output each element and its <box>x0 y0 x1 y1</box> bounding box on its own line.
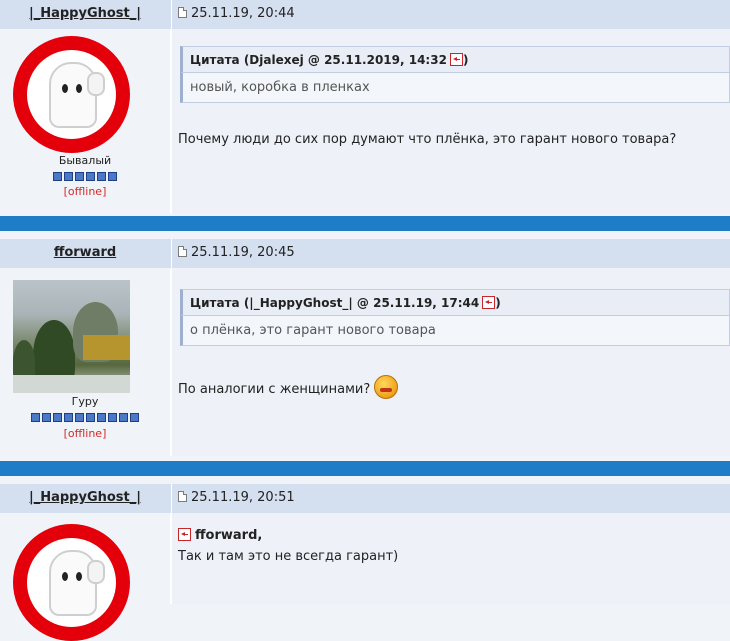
post-link-icon[interactable] <box>178 7 187 18</box>
user-panel <box>0 513 170 641</box>
post-header: fforward 25.11.19, 20:45 <box>0 239 730 268</box>
rank-pips <box>0 413 170 422</box>
post-content: fforward, Так и там это не всегда гарант… <box>172 513 730 604</box>
quote-text: о плёнка, это гарант нового товара <box>180 316 730 346</box>
post-content: Цитата (Djalexej @ 25.11.2019, 14:32) но… <box>172 29 730 214</box>
avatar <box>13 280 130 393</box>
post-separator <box>0 216 730 231</box>
user-panel: Бывалый [offline] <box>0 29 170 214</box>
author-link[interactable]: |_HappyGhost_| <box>29 490 141 505</box>
post-message: Так и там это не всегда гарант) <box>178 549 399 564</box>
post-header: |_HappyGhost_| 25.11.19, 20:44 <box>0 0 730 29</box>
quote-source-icon[interactable] <box>449 53 463 66</box>
user-rank: Гуру <box>71 395 99 408</box>
post-message: По аналогии с женщинами? <box>178 375 399 399</box>
post-body: Бывалый [offline] Цитата (Djalexej @ 25.… <box>0 29 730 214</box>
user-status: [offline] <box>63 185 107 198</box>
author-link[interactable]: fforward <box>54 245 116 260</box>
reply-link-icon[interactable] <box>178 528 191 541</box>
post-date: 25.11.19, 20:51 <box>178 490 295 505</box>
post-date: 25.11.19, 20:44 <box>178 6 295 21</box>
post-link-icon[interactable] <box>178 246 187 257</box>
post-header: |_HappyGhost_| 25.11.19, 20:51 <box>0 484 730 513</box>
smiley-icon <box>374 375 399 399</box>
reply-line: fforward, <box>178 528 262 543</box>
reply-to-user[interactable]: fforward, <box>195 528 262 543</box>
post-separator <box>0 461 730 476</box>
author-link[interactable]: |_HappyGhost_| <box>29 6 141 21</box>
quote-header: Цитата (|_HappyGhost_| @ 25.11.19, 17:44… <box>180 289 730 316</box>
user-rank: Бывалый <box>58 154 112 167</box>
post-message: Почему люди до сих пор думают что плёнка… <box>178 132 677 147</box>
post-body: fforward, Так и там это не всегда гарант… <box>0 513 730 641</box>
quote-header: Цитата (Djalexej @ 25.11.2019, 14:32) <box>180 46 730 73</box>
post-body: Гуру [offline] Цитата (|_HappyGhost_| @ … <box>0 269 730 456</box>
post-content: Цитата (|_HappyGhost_| @ 25.11.19, 17:44… <box>172 269 730 456</box>
post-link-icon[interactable] <box>178 491 187 502</box>
post-date: 25.11.19, 20:45 <box>178 245 295 260</box>
quote-text: новый, коробка в пленках <box>180 73 730 103</box>
avatar <box>13 36 130 153</box>
quote-source-icon[interactable] <box>482 296 496 309</box>
avatar <box>13 524 130 641</box>
user-status: [offline] <box>63 427 107 440</box>
user-panel: Гуру [offline] <box>0 269 170 456</box>
rank-pips <box>0 172 170 181</box>
